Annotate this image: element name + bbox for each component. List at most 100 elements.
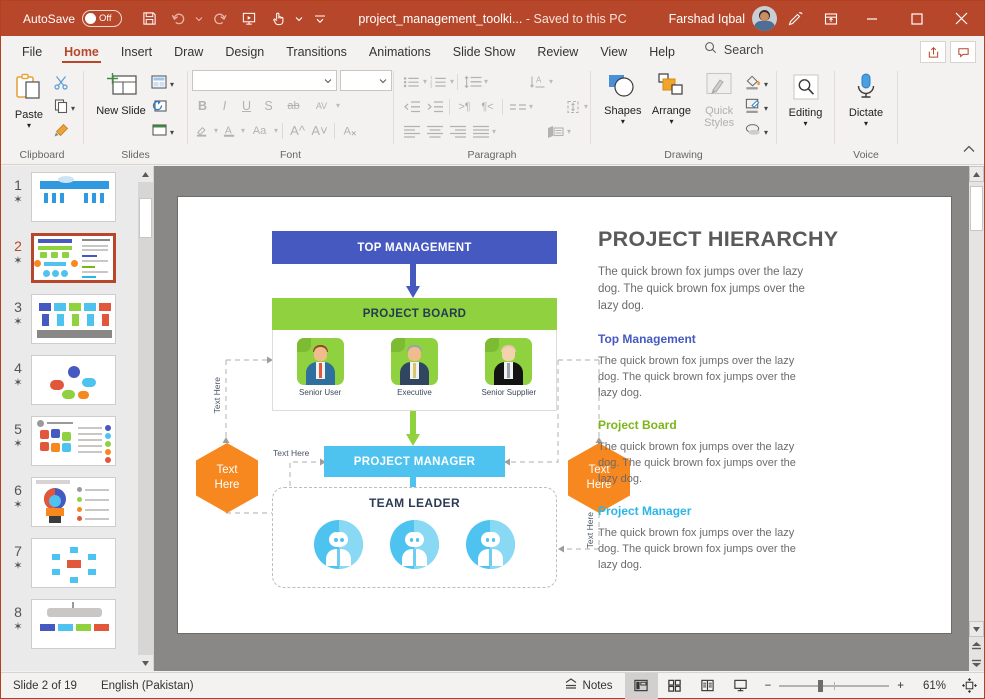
text-direction-button[interactable]: A bbox=[526, 71, 549, 92]
language-indicator[interactable]: English (Pakistan) bbox=[89, 680, 206, 692]
tab-home[interactable]: Home bbox=[53, 42, 110, 65]
board-member-senior-user[interactable]: Senior User bbox=[281, 338, 359, 397]
text-direction-dropdown-icon[interactable]: ▾ bbox=[549, 77, 553, 86]
team-member-icon[interactable] bbox=[314, 520, 364, 569]
minimize-button[interactable] bbox=[849, 1, 894, 36]
thumbnail-image[interactable] bbox=[31, 599, 116, 649]
shape-effects-dropdown-icon[interactable]: ▾ bbox=[764, 128, 768, 137]
thumbnail-item-6[interactable]: 6 ✶ bbox=[1, 477, 153, 538]
tab-slide-show[interactable]: Slide Show bbox=[442, 42, 527, 65]
animation-star-icon[interactable]: ✶ bbox=[13, 621, 22, 634]
editing-dropdown-icon[interactable]: ▾ bbox=[803, 120, 807, 128]
thumbnail-image[interactable] bbox=[31, 538, 116, 588]
fit-to-window-icon[interactable] bbox=[954, 673, 984, 699]
autosave-toggle[interactable]: AutoSave Off bbox=[23, 10, 123, 27]
ltr-text-direction-button[interactable]: >¶ bbox=[453, 96, 476, 117]
copy-button[interactable]: ▾ bbox=[51, 97, 77, 119]
canvas-scroll-up-icon[interactable] bbox=[969, 166, 984, 182]
section-button[interactable]: ▾ bbox=[148, 121, 176, 143]
slide-surface[interactable]: TOP MANAGEMENT PROJECT BOARD Senior User… bbox=[178, 197, 951, 633]
thumbnail-scroll-up-icon[interactable] bbox=[138, 166, 153, 182]
autosave-switch[interactable]: Off bbox=[82, 10, 123, 27]
shape-outline-dropdown-icon[interactable]: ▾ bbox=[764, 104, 768, 113]
thumbnail-item-7[interactable]: 7 ✶ bbox=[1, 538, 153, 599]
new-slide-button[interactable]: New Slide bbox=[94, 69, 148, 117]
align-text-button[interactable] bbox=[561, 96, 584, 117]
customize-qat-icon[interactable] bbox=[307, 6, 333, 32]
saved-state-label[interactable]: - Saved to this PC bbox=[526, 12, 627, 26]
section-heading-top-management[interactable]: Top Management bbox=[598, 332, 898, 346]
thumbnail-scrollbar[interactable] bbox=[138, 166, 153, 671]
canvas-vertical-scrollbar[interactable] bbox=[969, 166, 984, 671]
undo-dropdown-icon[interactable] bbox=[194, 6, 204, 32]
user-name[interactable]: Farshad Iqbal bbox=[669, 12, 745, 26]
highlight-dropdown-icon[interactable]: ▾ bbox=[214, 126, 218, 135]
avatar[interactable] bbox=[752, 6, 777, 31]
slide-show-view-button[interactable] bbox=[724, 673, 757, 699]
collapse-ribbon-icon[interactable] bbox=[962, 142, 976, 160]
paste-button[interactable]: Paste ▾ bbox=[7, 69, 51, 130]
thumbnail-image[interactable] bbox=[31, 416, 116, 466]
connector-label-right[interactable]: Text Here bbox=[585, 512, 595, 548]
tab-view[interactable]: View bbox=[589, 42, 638, 65]
font-color-dropdown-icon[interactable]: ▾ bbox=[241, 126, 245, 135]
shapes-button[interactable]: Shapes ▾ bbox=[599, 69, 647, 126]
thumbnail-scroll-track[interactable] bbox=[138, 182, 153, 655]
save-icon[interactable] bbox=[136, 6, 162, 32]
character-spacing-dropdown-icon[interactable]: ▾ bbox=[336, 101, 340, 110]
notes-button[interactable]: Notes bbox=[552, 678, 625, 693]
ribbon-display-options-icon[interactable] bbox=[813, 1, 849, 36]
shape-outline-button[interactable]: ▾ bbox=[742, 97, 770, 119]
slide-counter[interactable]: Slide 2 of 19 bbox=[1, 680, 89, 692]
paste-dropdown-icon[interactable]: ▾ bbox=[27, 122, 31, 130]
canvas-scroll-handle[interactable] bbox=[970, 186, 983, 231]
columns-button[interactable] bbox=[506, 96, 529, 117]
strikethrough-button[interactable]: ab bbox=[280, 95, 307, 116]
layout-dropdown-icon[interactable]: ▾ bbox=[170, 80, 174, 89]
maximize-button[interactable] bbox=[894, 1, 939, 36]
thumbnail-image[interactable] bbox=[31, 233, 116, 283]
next-slide-icon[interactable] bbox=[969, 655, 984, 669]
line-spacing-button[interactable] bbox=[461, 71, 484, 92]
change-case-dropdown-icon[interactable]: ▾ bbox=[274, 126, 278, 135]
zoom-percentage[interactable]: 61% bbox=[912, 680, 946, 692]
shape-effects-button[interactable]: ▾ bbox=[742, 121, 770, 143]
change-case-button[interactable]: Aa bbox=[246, 120, 273, 141]
section-body-project-board[interactable]: The quick brown fox jumps over the lazy … bbox=[598, 439, 810, 487]
font-size-combo[interactable] bbox=[340, 70, 392, 91]
thumbnail-image[interactable] bbox=[31, 477, 116, 527]
italic-button[interactable]: I bbox=[214, 95, 235, 116]
project-manager-box[interactable]: PROJECT MANAGER bbox=[324, 446, 505, 477]
reset-button[interactable] bbox=[148, 97, 176, 119]
search-box[interactable]: Search bbox=[686, 38, 774, 65]
thumbnail-item-4[interactable]: 4 ✶ bbox=[1, 355, 153, 416]
cut-button[interactable] bbox=[51, 73, 77, 95]
line-spacing-dropdown-icon[interactable]: ▾ bbox=[484, 77, 488, 86]
project-board-header[interactable]: PROJECT BOARD bbox=[272, 298, 557, 330]
convert-to-smartart-button[interactable] bbox=[544, 121, 567, 142]
tab-review[interactable]: Review bbox=[526, 42, 589, 65]
touch-dropdown-icon[interactable] bbox=[294, 6, 304, 32]
tab-transitions[interactable]: Transitions bbox=[275, 42, 358, 65]
animation-star-icon[interactable]: ✶ bbox=[13, 316, 22, 329]
section-heading-project-board[interactable]: Project Board bbox=[598, 418, 898, 432]
normal-view-button[interactable] bbox=[624, 672, 658, 699]
clear-formatting-icon[interactable]: A bbox=[339, 120, 360, 141]
reading-view-button[interactable] bbox=[691, 673, 724, 699]
thumbnail-image[interactable] bbox=[31, 172, 116, 222]
close-button[interactable] bbox=[939, 1, 984, 36]
zoom-slider[interactable] bbox=[779, 679, 890, 692]
tab-design[interactable]: Design bbox=[214, 42, 275, 65]
zoom-out-button[interactable]: − bbox=[765, 680, 772, 692]
decrease-font-size-button[interactable]: A˅ bbox=[309, 120, 330, 141]
start-presentation-icon[interactable] bbox=[236, 6, 262, 32]
font-name-combo[interactable] bbox=[192, 70, 337, 91]
character-spacing-button[interactable]: AV bbox=[308, 95, 335, 116]
font-color-icon[interactable]: A bbox=[219, 120, 240, 141]
thumbnail-item-5[interactable]: 5 ✶ bbox=[1, 416, 153, 477]
section-heading-project-manager[interactable]: Project Manager bbox=[598, 504, 898, 518]
justify-dropdown-icon[interactable]: ▾ bbox=[492, 127, 496, 136]
slide-thumbnail-pane[interactable]: 1 ✶ 2 ✶ 3 ✶ 4 ✶ 5 ✶ 6 ✶ 7 ✶ 8 ✶ bbox=[1, 166, 154, 671]
bold-button[interactable]: B bbox=[192, 95, 213, 116]
board-member-senior-supplier[interactable]: Senior Supplier bbox=[470, 338, 548, 397]
